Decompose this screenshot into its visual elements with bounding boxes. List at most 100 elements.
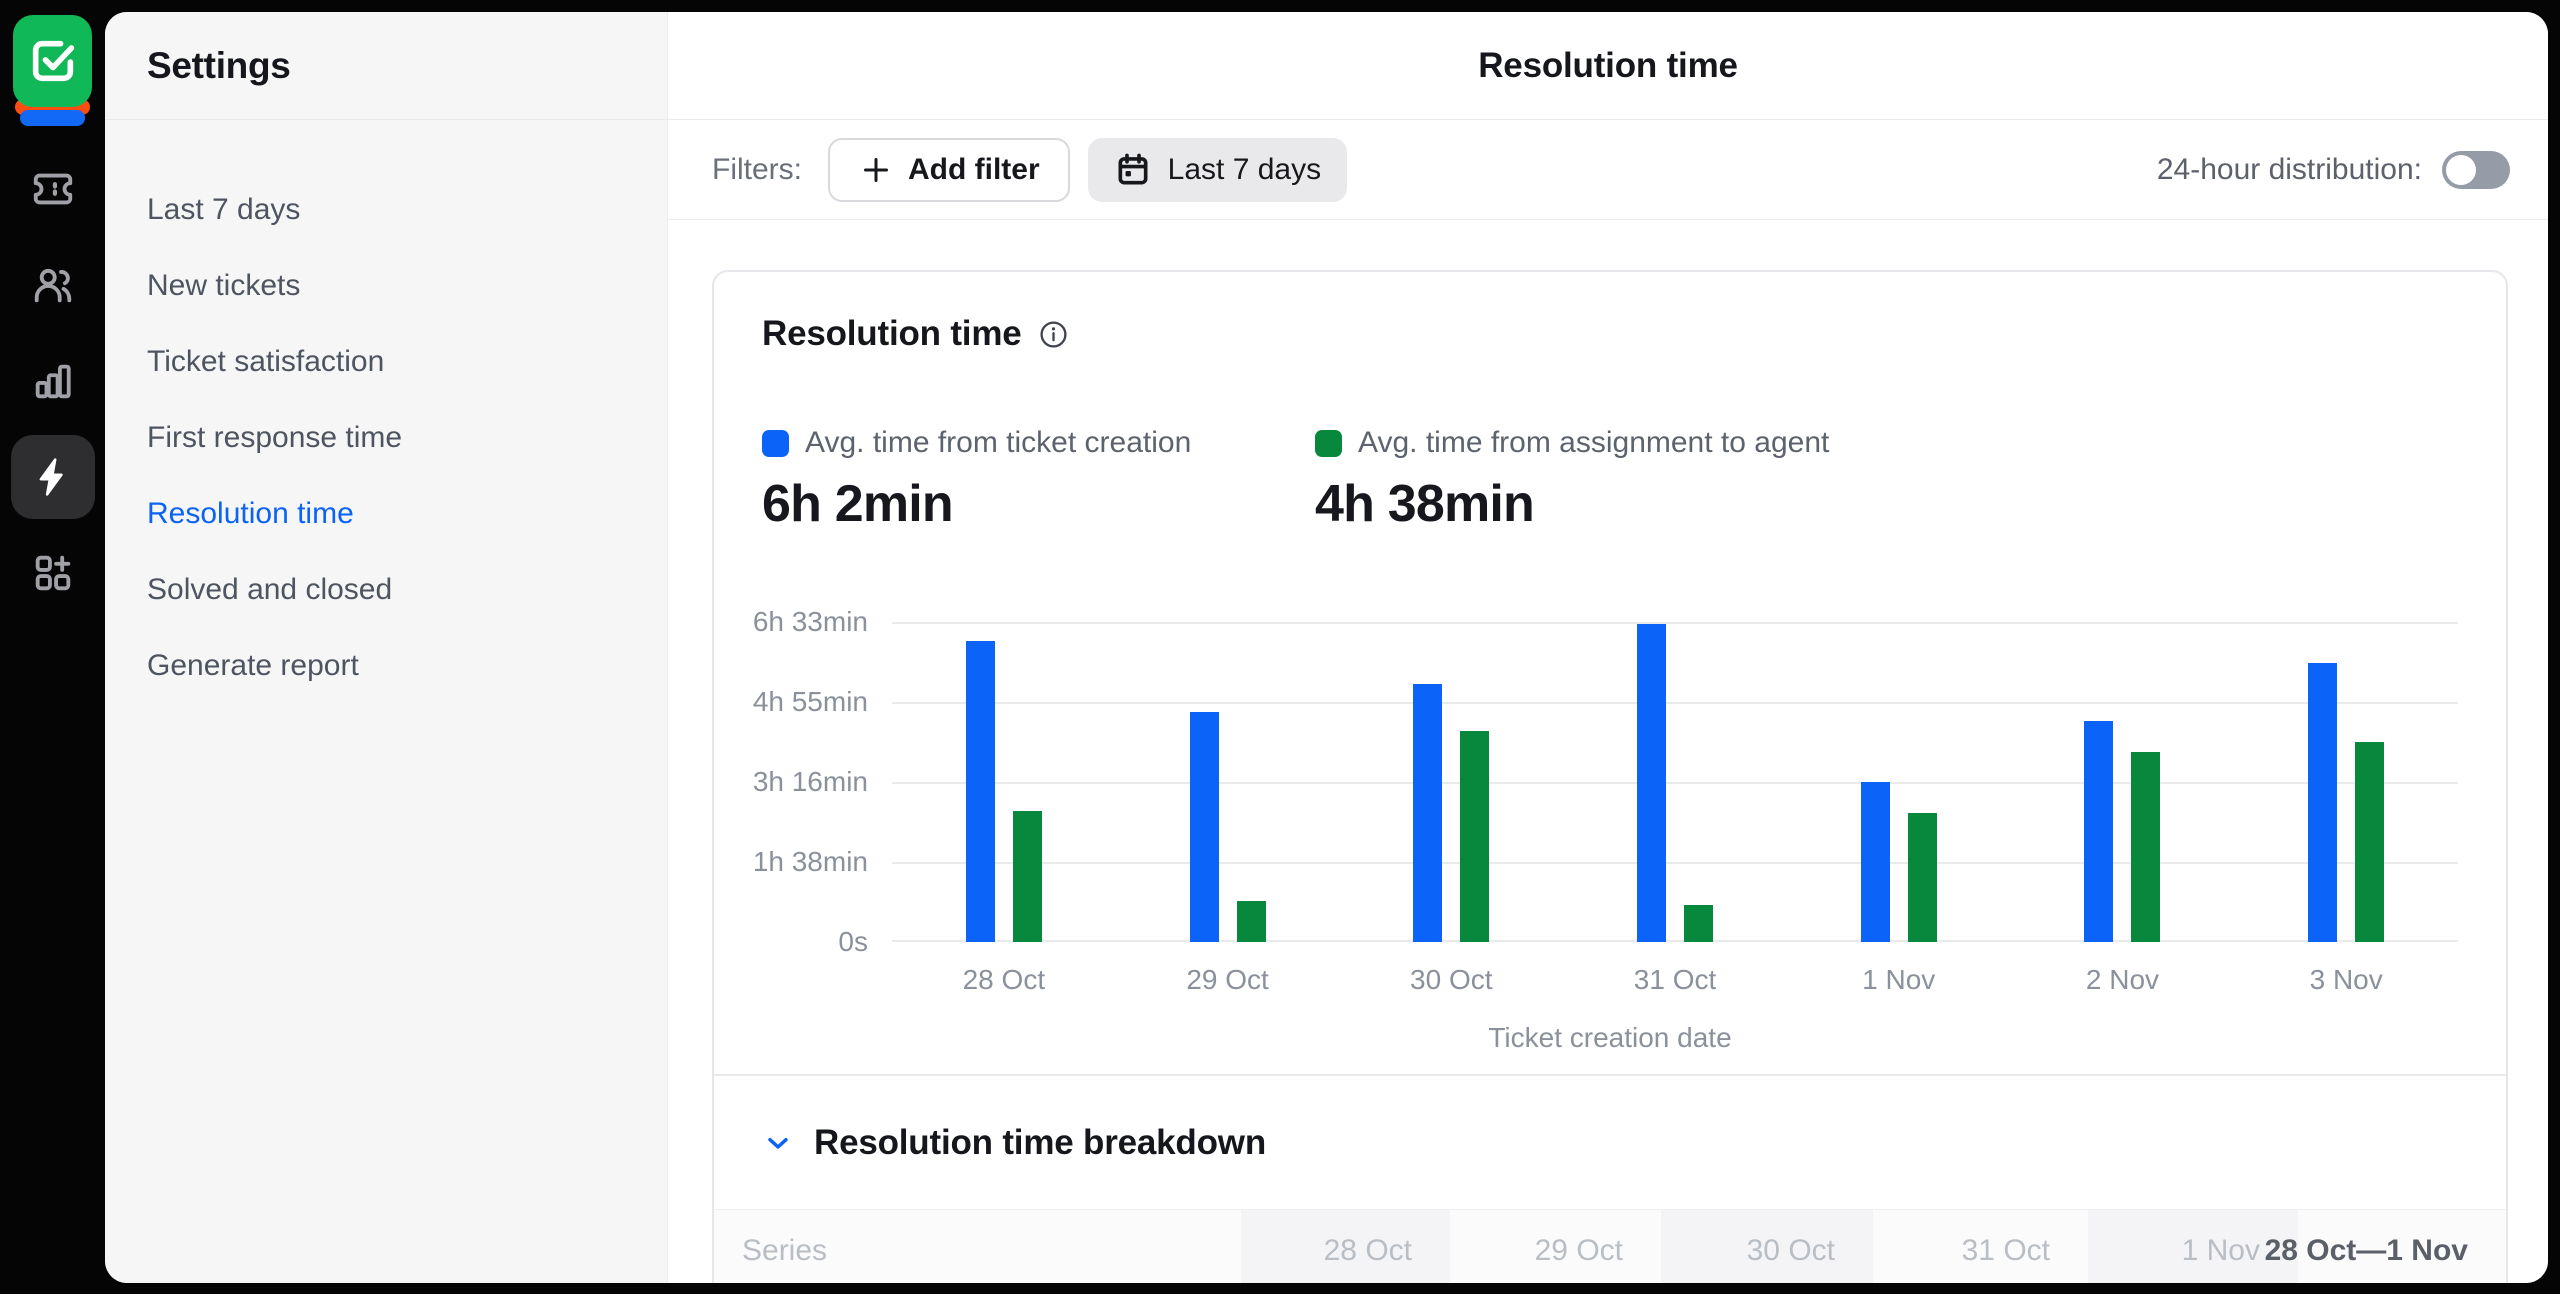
x-tick-label: 1 Nov xyxy=(1787,964,2011,996)
quick-actions-icon[interactable] xyxy=(11,435,95,519)
sidebar-item-resolution-time[interactable]: Resolution time xyxy=(105,476,667,552)
chevron-down-icon xyxy=(762,1127,794,1159)
x-axis-title: Ticket creation date xyxy=(762,1022,2458,1054)
logo-stripe-blue xyxy=(20,110,85,126)
sidebar-item-first-response-time[interactable]: First response time xyxy=(105,400,667,476)
info-icon[interactable] xyxy=(1038,319,1069,350)
distribution-toggle[interactable] xyxy=(2442,151,2510,189)
resolution-time-card: Resolution time Avg. time from ticket cr… xyxy=(712,270,2508,1283)
filter-bar: Filters: Add filter Last 7 days xyxy=(668,120,2548,220)
x-tick-label: 30 Oct xyxy=(1339,964,1563,996)
add-filter-button[interactable]: Add filter xyxy=(828,138,1070,202)
bar-group xyxy=(2234,622,2458,942)
legend-label: Avg. time from assignment to agent xyxy=(1358,426,1829,460)
sidebar-header: Settings xyxy=(105,12,667,120)
chart-bars xyxy=(892,622,2458,942)
bar-group xyxy=(1116,622,1340,942)
chart-x-axis: 28 Oct29 Oct30 Oct31 Oct1 Nov2 Nov3 Nov xyxy=(892,964,2458,996)
bar xyxy=(1684,905,1713,942)
y-tick-label: 3h 16min xyxy=(753,766,868,798)
legend-label: Avg. time from ticket creation xyxy=(805,426,1191,460)
report-content: Resolution time Avg. time from ticket cr… xyxy=(668,220,2548,1283)
breakdown-header[interactable]: Resolution time breakdown xyxy=(762,1076,2458,1209)
bar xyxy=(1013,811,1042,942)
app-rail xyxy=(0,0,105,1294)
y-tick-label: 1h 38min xyxy=(753,846,868,878)
y-tick-label: 4h 55min xyxy=(753,686,868,718)
bar xyxy=(1190,712,1219,942)
page-header: Resolution time xyxy=(668,12,2548,120)
breakdown-title: Resolution time breakdown xyxy=(814,1123,1266,1163)
bar-group xyxy=(1787,622,2011,942)
settings-sidebar: Settings Last 7 daysNew ticketsTicket sa… xyxy=(105,12,668,1283)
y-tick-label: 0s xyxy=(838,926,868,958)
chart: 6h 33min4h 55min3h 16min1h 38min0s xyxy=(762,622,2458,942)
bar xyxy=(2308,663,2337,942)
bar xyxy=(1637,624,1666,942)
table-header-cell: 30 Oct xyxy=(1661,1210,1873,1283)
bar-group xyxy=(1563,622,1787,942)
sidebar-item-new-tickets[interactable]: New tickets xyxy=(105,248,667,324)
app-logo[interactable] xyxy=(13,15,92,119)
bar xyxy=(966,641,995,942)
bar xyxy=(1861,782,1890,942)
x-tick-label: 29 Oct xyxy=(1116,964,1340,996)
x-tick-label: 31 Oct xyxy=(1563,964,1787,996)
legend-group: Avg. time from assignment to agent 4h 38m… xyxy=(1315,426,1868,534)
x-tick-label: 28 Oct xyxy=(892,964,1116,996)
bar xyxy=(1908,813,1937,942)
bar-group xyxy=(2011,622,2235,942)
bar xyxy=(2131,752,2160,942)
logo-check-icon xyxy=(13,15,92,107)
calendar-icon xyxy=(1114,151,1152,189)
page-title: Resolution time xyxy=(1478,46,1738,86)
legend-group: Avg. time from ticket creation 6h 2min xyxy=(762,426,1315,534)
bar xyxy=(1460,731,1489,942)
statistics-icon[interactable] xyxy=(11,339,95,423)
sidebar-title: Settings xyxy=(147,45,291,87)
sidebar-nav: Last 7 daysNew ticketsTicket satisfactio… xyxy=(105,120,667,704)
legend-row: Avg. time from ticket creation6h 2minAvg… xyxy=(762,426,2458,534)
filters-label: Filters: xyxy=(712,153,802,187)
apps-icon[interactable] xyxy=(11,531,95,615)
bar xyxy=(1413,684,1442,942)
screen: Settings Last 7 daysNew ticketsTicket sa… xyxy=(0,0,2560,1294)
legend-entry: Avg. time from ticket creation xyxy=(762,426,1315,460)
plus-icon xyxy=(858,152,894,188)
table-header-cell: 28 Oct xyxy=(1241,1210,1450,1283)
chart-plot-area xyxy=(892,622,2458,942)
legend-swatch xyxy=(762,430,789,457)
bar xyxy=(1237,901,1266,942)
sidebar-item-solved-and-closed[interactable]: Solved and closed xyxy=(105,552,667,628)
table-header-cell: 31 Oct xyxy=(1873,1210,2088,1283)
x-tick-label: 3 Nov xyxy=(2234,964,2458,996)
distribution-toggle-label: 24-hour distribution: xyxy=(2157,153,2422,187)
legend-swatch xyxy=(1315,430,1342,457)
bar xyxy=(2084,721,2113,942)
date-range-button[interactable]: Last 7 days xyxy=(1088,138,1347,202)
bar-group xyxy=(892,622,1116,942)
legend-summary-value: 4h 38min xyxy=(1315,474,1868,534)
bar xyxy=(2355,742,2384,942)
table-header-cell: 28 Oct—1 Nov xyxy=(2298,1210,2506,1283)
table-header-cell: 29 Oct xyxy=(1450,1210,1661,1283)
legend-summary-value: 6h 2min xyxy=(762,474,1315,534)
rail-nav xyxy=(11,147,95,627)
x-tick-label: 2 Nov xyxy=(2011,964,2235,996)
sidebar-item-generate-report[interactable]: Generate report xyxy=(105,628,667,704)
tickets-icon[interactable] xyxy=(11,147,95,231)
chart-y-axis: 6h 33min4h 55min3h 16min1h 38min0s xyxy=(762,622,892,942)
card-title-row: Resolution time xyxy=(762,314,2458,354)
sidebar-item-ticket-satisfaction[interactable]: Ticket satisfaction xyxy=(105,324,667,400)
main-area: Resolution time Filters: Add filter xyxy=(668,12,2548,1283)
y-tick-label: 6h 33min xyxy=(753,606,868,638)
legend-entry: Avg. time from assignment to agent xyxy=(1315,426,1868,460)
table-header-cell: Series xyxy=(714,1210,1241,1283)
breakdown-table-header: Series28 Oct29 Oct30 Oct31 Oct1 Nov28 Oc… xyxy=(714,1209,2506,1283)
customers-icon[interactable] xyxy=(11,243,95,327)
toggle-knob xyxy=(2446,155,2476,185)
bar-group xyxy=(1339,622,1563,942)
app-window: Settings Last 7 daysNew ticketsTicket sa… xyxy=(105,12,2548,1283)
sidebar-item-last-7-days[interactable]: Last 7 days xyxy=(105,172,667,248)
card-title: Resolution time xyxy=(762,314,1022,354)
